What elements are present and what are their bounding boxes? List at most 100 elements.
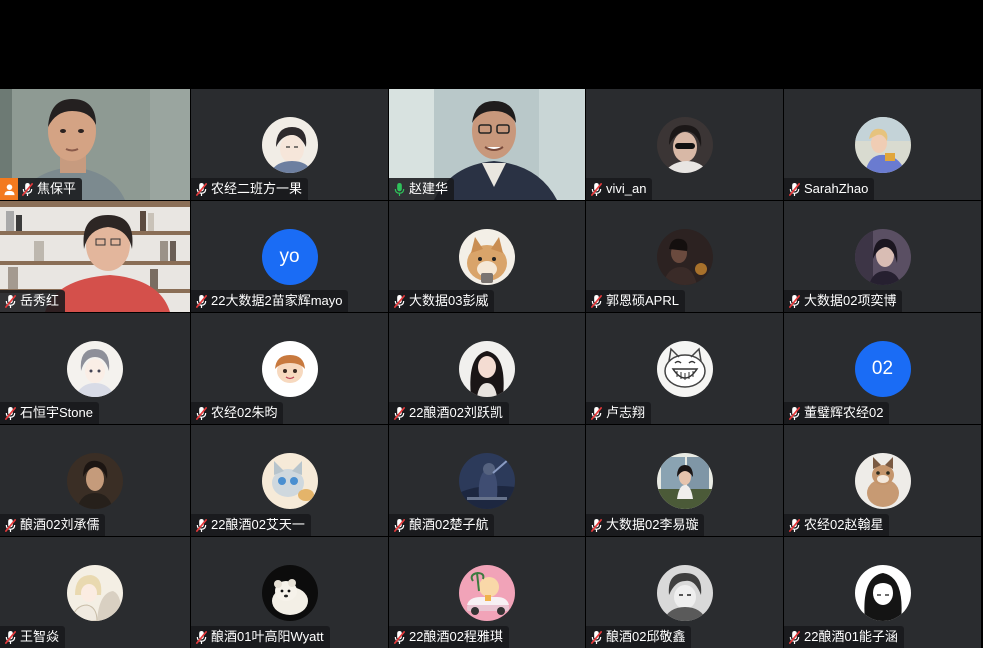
participant-name-bar: 22酿酒02刘跃凯	[389, 402, 509, 424]
participant-avatar	[656, 229, 713, 285]
meeting-window: 焦保平 农经二班方一果 赵建华 vivi_an SarahZhao 岳秀红 yo…	[0, 0, 983, 648]
microphone-muted-icon[interactable]	[787, 629, 801, 645]
participant-avatar	[854, 565, 911, 621]
participant-avatar	[261, 341, 318, 397]
avatar-initials: 02	[871, 358, 894, 379]
participant-tile[interactable]: 22酿酒01能子涵	[784, 537, 981, 648]
microphone-muted-icon[interactable]	[787, 405, 801, 421]
participant-avatar	[261, 565, 318, 621]
participant-name: 22酿酒01能子涵	[804, 629, 898, 644]
participant-tile[interactable]: SarahZhao	[784, 89, 981, 200]
participant-name: 大数据02李易璇	[606, 517, 699, 532]
participant-tile[interactable]: 赵建华	[389, 89, 585, 200]
microphone-muted-icon[interactable]	[194, 293, 208, 309]
microphone-muted-icon[interactable]	[787, 517, 801, 533]
participant-tile[interactable]: yo 22大数据2苗家辉mayo	[191, 201, 388, 312]
participant-name-bar: 农经02赵翰星	[784, 514, 890, 536]
participant-tile[interactable]: 酿酒02邱敬鑫	[586, 537, 783, 648]
participant-tile[interactable]: 酿酒01叶高阳Wyatt	[191, 537, 388, 648]
participant-name: 岳秀红	[20, 293, 60, 308]
participant-name-bar: 22酿酒02艾天一	[191, 514, 311, 536]
participant-avatar	[459, 341, 515, 397]
participant-name: 卢志翔	[606, 405, 646, 420]
participant-avatar	[656, 341, 713, 397]
avatar-initials: yo	[279, 246, 300, 267]
microphone-muted-icon[interactable]	[787, 181, 801, 197]
participant-tile[interactable]: 郭恩硕APRL	[586, 201, 783, 312]
participant-tile[interactable]: 22酿酒02刘跃凯	[389, 313, 585, 424]
participant-avatar	[67, 453, 123, 509]
microphone-muted-icon[interactable]	[194, 629, 208, 645]
participant-name-bar: 石恒宇Stone	[0, 402, 99, 424]
microphone-muted-icon[interactable]	[589, 517, 603, 533]
participant-name-bar: vivi_an	[586, 178, 653, 200]
participant-tile[interactable]: 02 董璧辉农经02	[784, 313, 981, 424]
participant-name-bar: 董璧辉农经02	[784, 402, 890, 424]
participant-name: 农经02朱昀	[211, 405, 278, 420]
participant-tile[interactable]: 岳秀红	[0, 201, 190, 312]
participant-tile[interactable]: 焦保平	[0, 89, 190, 200]
microphone-muted-icon[interactable]	[589, 293, 603, 309]
participant-tile[interactable]: 王智焱	[0, 537, 190, 648]
microphone-muted-icon[interactable]	[3, 517, 17, 533]
participant-name-bar: 王智焱	[0, 626, 66, 648]
microphone-muted-icon[interactable]	[392, 405, 406, 421]
participant-name: 农经二班方一果	[211, 181, 303, 196]
participant-name-bar: 酿酒02楚子航	[389, 514, 495, 536]
participant-tile[interactable]: 农经二班方一果	[191, 89, 388, 200]
participant-name: 董璧辉农经02	[804, 405, 884, 420]
microphone-muted-icon[interactable]	[589, 181, 603, 197]
participant-tile[interactable]: 酿酒02楚子航	[389, 425, 585, 536]
participant-name-bar: 22大数据2苗家辉mayo	[191, 290, 349, 312]
participant-avatar	[656, 117, 713, 173]
participant-avatar	[459, 453, 515, 509]
participant-name-bar: 郭恩硕APRL	[586, 290, 685, 312]
participant-tile[interactable]: 22酿酒02程雅琪	[389, 537, 585, 648]
participant-avatar	[459, 565, 515, 621]
participant-name: 赵建华	[409, 181, 449, 196]
microphone-muted-icon[interactable]	[392, 517, 406, 533]
microphone-muted-icon[interactable]	[3, 293, 17, 309]
participant-name-bar: 酿酒02邱敬鑫	[586, 626, 692, 648]
participant-name: 王智焱	[20, 629, 60, 644]
participant-tile[interactable]: 大数据03彭威	[389, 201, 585, 312]
participant-name: 石恒宇Stone	[20, 405, 93, 420]
participant-tile[interactable]: 农经02赵翰星	[784, 425, 981, 536]
participant-avatar: yo	[261, 229, 318, 285]
microphone-muted-icon[interactable]	[589, 405, 603, 421]
participant-name: 郭恩硕APRL	[606, 293, 679, 308]
microphone-muted-icon[interactable]	[3, 629, 17, 645]
microphone-muted-icon[interactable]	[194, 181, 208, 197]
participant-tile[interactable]: vivi_an	[586, 89, 783, 200]
microphone-muted-icon[interactable]	[20, 181, 34, 197]
participant-avatar	[656, 565, 713, 621]
microphone-muted-icon[interactable]	[392, 293, 406, 309]
participant-name-bar: 22酿酒02程雅琪	[389, 626, 509, 648]
microphone-muted-icon[interactable]	[787, 293, 801, 309]
microphone-muted-icon[interactable]	[3, 405, 17, 421]
participant-name-bar: 大数据03彭威	[389, 290, 495, 312]
participant-tile[interactable]: 农经02朱昀	[191, 313, 388, 424]
participant-tile[interactable]: 酿酒02刘承儒	[0, 425, 190, 536]
microphone-active-icon[interactable]	[392, 181, 406, 197]
microphone-muted-icon[interactable]	[589, 629, 603, 645]
participant-tile[interactable]: 石恒宇Stone	[0, 313, 190, 424]
participant-tile[interactable]: 22酿酒02艾天一	[191, 425, 388, 536]
participant-avatar	[67, 341, 123, 397]
microphone-muted-icon[interactable]	[392, 629, 406, 645]
participant-name-bar: 大数据02项奕博	[784, 290, 903, 312]
participant-name-bar: 大数据02李易璇	[586, 514, 705, 536]
participant-name-bar: 22酿酒01能子涵	[784, 626, 904, 648]
microphone-muted-icon[interactable]	[194, 405, 208, 421]
participant-tile[interactable]: 卢志翔	[586, 313, 783, 424]
participant-name-bar: 农经二班方一果	[191, 178, 309, 200]
participant-name: 酿酒01叶高阳Wyatt	[211, 629, 324, 644]
microphone-muted-icon[interactable]	[194, 517, 208, 533]
participant-name: SarahZhao	[804, 181, 869, 196]
participant-avatar	[656, 453, 713, 509]
participant-tile[interactable]: 大数据02李易璇	[586, 425, 783, 536]
participant-name: 22酿酒02艾天一	[211, 517, 305, 532]
participant-grid: 焦保平 农经二班方一果 赵建华 vivi_an SarahZhao 岳秀红 yo…	[0, 89, 981, 648]
participant-name: 大数据03彭威	[409, 293, 489, 308]
participant-tile[interactable]: 大数据02项奕博	[784, 201, 981, 312]
